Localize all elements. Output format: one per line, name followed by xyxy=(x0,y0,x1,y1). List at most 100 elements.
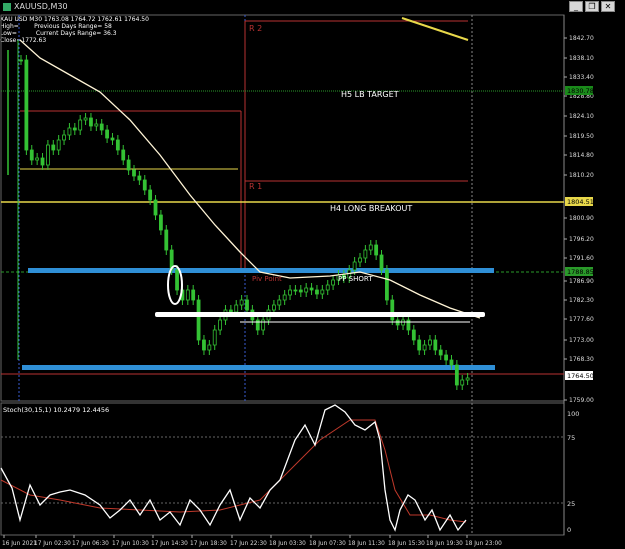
time-tick-label: 18 Jun 11:30 xyxy=(348,541,385,547)
candle-body xyxy=(132,169,136,177)
candle-body xyxy=(56,139,61,151)
candle-body xyxy=(72,127,77,131)
candle-body xyxy=(363,249,368,259)
white-range-bar[interactable] xyxy=(155,312,485,317)
candle-body xyxy=(309,287,314,291)
candle-body xyxy=(239,299,244,306)
candle-body xyxy=(218,319,222,331)
candle-body xyxy=(374,244,379,256)
candle-body xyxy=(417,339,422,351)
candle-body xyxy=(115,139,120,151)
stoch-tick-75: 75 xyxy=(567,434,575,442)
h5-lb-target-label: H5 LB TARGET xyxy=(341,90,399,99)
r2-label: R 2 xyxy=(249,24,262,33)
price-tick-label: 1768.30 xyxy=(569,356,594,363)
pivot-price-label: 1788.85 xyxy=(567,268,594,276)
price-tick-label: 1800.90 xyxy=(569,215,594,222)
candle-body xyxy=(212,329,217,346)
stoch-tick-100: 100 xyxy=(567,410,579,418)
candle-body xyxy=(153,199,158,216)
candle-body xyxy=(368,244,373,251)
price-candles xyxy=(7,40,470,390)
candle-body xyxy=(196,299,201,341)
candle-body xyxy=(40,157,45,166)
candle-body xyxy=(272,304,276,311)
candle-body xyxy=(137,175,142,181)
candle-body xyxy=(422,344,427,351)
stoch-signal-line xyxy=(0,419,467,523)
candle-body xyxy=(320,289,325,295)
pp-short-label: PP SHORT xyxy=(338,275,373,283)
candle-body xyxy=(142,179,147,191)
candle-body xyxy=(24,59,29,151)
candle-body xyxy=(105,129,109,139)
candle-body xyxy=(352,261,357,271)
candle-body xyxy=(411,329,416,341)
candle-body xyxy=(228,309,233,313)
candle-body xyxy=(83,117,88,121)
time-tick-label: 16 Jun 2021 xyxy=(2,541,37,547)
candle-body xyxy=(175,269,179,291)
candle-body xyxy=(298,289,303,293)
moving-average-line xyxy=(19,39,481,319)
candle-body xyxy=(62,134,66,141)
candle-body xyxy=(444,354,448,361)
time-tick-label: 17 Jun 06:30 xyxy=(72,541,109,547)
price-tick-label: 1759.00 xyxy=(569,397,594,404)
candle-body xyxy=(277,299,282,306)
price-tick-label: 1791.60 xyxy=(569,255,594,262)
time-tick-label: 18 Jun 19:30 xyxy=(426,541,463,547)
time-tick-label: 17 Jun 02:30 xyxy=(34,541,71,547)
stoch-frame xyxy=(0,402,565,536)
stoch-label: Stoch(30,15,1) 10.2479 12.4456 xyxy=(3,406,109,414)
time-tick-label: 18 Jun 03:30 xyxy=(269,541,306,547)
candle-body xyxy=(293,289,298,292)
main-chart-frame xyxy=(0,14,565,402)
price-tick-label: 1786.90 xyxy=(569,278,594,285)
price-tick-label: 1842.70 xyxy=(569,35,594,42)
price-tick-label: 1777.60 xyxy=(569,316,594,323)
blue-zone-lower[interactable] xyxy=(22,365,495,370)
stoch-tick-25: 25 xyxy=(567,500,575,508)
time-axis: 16 Jun 202117 Jun 02:30 17 Jun 06:30 17 Ju… xyxy=(2,535,502,547)
time-tick-label: 18 Jun 07:30 xyxy=(309,541,346,547)
price-tick-label: 1838.10 xyxy=(569,55,594,62)
candle-body xyxy=(126,159,131,171)
r1-label: R 1 xyxy=(249,182,262,191)
price-tick-label: 1819.50 xyxy=(569,133,594,140)
candle-body xyxy=(454,364,459,386)
price-tick-label: 1824.10 xyxy=(569,113,594,120)
price-tick-label: 1796.20 xyxy=(569,236,594,243)
price-tick-label: 1833.40 xyxy=(569,74,594,81)
price-highlight-boxes: 1830.78 1804.51 1788.85 1764.50 xyxy=(565,86,594,380)
candle-body xyxy=(358,257,362,263)
time-tick-label: 18 Jun 23:00 xyxy=(465,541,502,547)
candle-body xyxy=(288,289,292,296)
time-tick-label: 17 Jun 14:30 xyxy=(151,541,188,547)
candle-body xyxy=(234,304,239,313)
chart-canvas[interactable]: R 2 R 1 H5 LB TARGET H4 LONG BREAKOUT Pi… xyxy=(0,0,625,549)
candle-body xyxy=(29,149,34,161)
price-tick-label: 1782.30 xyxy=(569,297,594,304)
time-tick-label: 17 Jun 10:30 xyxy=(112,541,149,547)
candle-body xyxy=(331,279,335,286)
candle-body xyxy=(315,289,319,295)
candle-body xyxy=(121,149,126,161)
candle-body xyxy=(245,299,249,311)
candle-body xyxy=(379,254,384,271)
candle-body xyxy=(304,287,309,293)
candle-body xyxy=(67,127,72,136)
stoch-main-line xyxy=(0,404,467,532)
candle-body xyxy=(460,379,465,386)
bid-price-label: 1764.50 xyxy=(567,372,594,380)
candle-body xyxy=(19,59,23,62)
candle-body xyxy=(148,189,153,201)
candle-body xyxy=(202,339,206,351)
candle-body xyxy=(99,123,104,131)
candle-body xyxy=(449,359,454,366)
candle-body xyxy=(185,289,190,301)
candle-body xyxy=(433,339,438,351)
candle-body xyxy=(51,144,56,151)
stoch-tick-0: 0 xyxy=(567,526,571,534)
candle-body xyxy=(159,214,163,231)
